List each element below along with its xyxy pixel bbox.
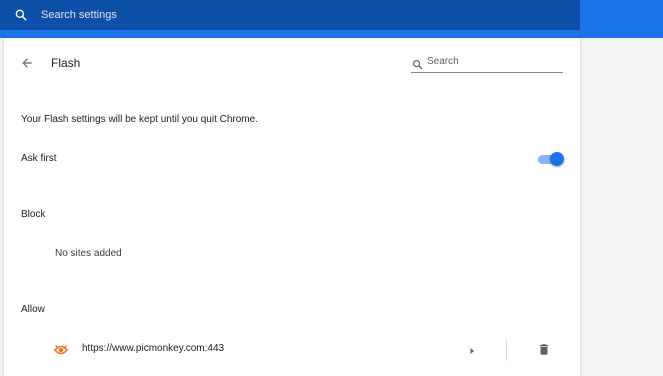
play-arrow-icon[interactable] (466, 344, 478, 356)
top-header-bar: Search settings (0, 0, 663, 38)
site-search-field[interactable] (411, 52, 563, 73)
search-settings-placeholder: Search settings (41, 9, 117, 21)
ask-first-label: Ask first (21, 153, 57, 164)
toggle-knob (550, 152, 564, 166)
allow-site-row[interactable]: https://www.picmonkey.com:443 (4, 337, 580, 363)
search-icon (14, 8, 28, 22)
search-icon (412, 57, 423, 70)
row-divider (506, 339, 507, 361)
site-url: https://www.picmonkey.com:443 (82, 343, 225, 354)
flash-settings-card: Flash Your Flash settings will be kept u… (4, 38, 580, 376)
ask-first-toggle[interactable] (536, 152, 564, 166)
search-settings-box[interactable]: Search settings (0, 0, 580, 30)
picmonkey-site-icon (53, 343, 69, 355)
page-title: Flash (51, 56, 81, 70)
trash-icon[interactable] (537, 342, 551, 357)
site-search-input[interactable] (427, 53, 557, 69)
block-section-label: Block (21, 209, 46, 220)
block-empty-text: No sites added (55, 248, 122, 259)
subpage-header: Flash (4, 48, 580, 78)
settings-window: Search settings Flash Your (0, 0, 663, 376)
allow-section-label: Allow (21, 304, 45, 315)
right-gutter (580, 38, 663, 376)
session-note: Your Flash settings will be kept until y… (21, 114, 258, 125)
arrow-back-icon[interactable] (18, 54, 36, 72)
